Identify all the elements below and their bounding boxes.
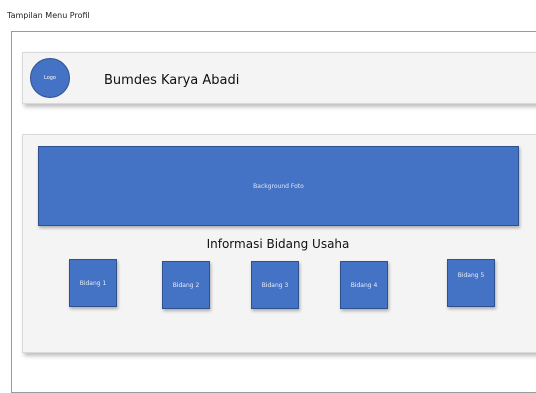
- bidang-usaha-2-label: Bidang 2: [172, 281, 200, 289]
- bidang-usaha-5-label: Bidang 5: [457, 272, 485, 279]
- bidang-usaha-4-tile[interactable]: Bidang 4: [340, 261, 388, 309]
- logo[interactable]: Logo: [30, 58, 70, 98]
- bidang-usaha-3-label: Bidang 3: [261, 281, 289, 289]
- background-photo: Background Foto: [38, 146, 519, 226]
- bidang-usaha-4-label: Bidang 4: [350, 281, 378, 289]
- bidang-usaha-5-tile[interactable]: Bidang 5: [447, 259, 495, 307]
- app-title: Bumdes Karya Abadi: [104, 73, 240, 88]
- bidang-usaha-1-label: Bidang 1: [79, 279, 107, 287]
- section-title: Informasi Bidang Usaha: [206, 237, 350, 251]
- bidang-usaha-2-tile[interactable]: Bidang 2: [162, 261, 210, 309]
- background-photo-label: Background Foto: [253, 182, 304, 190]
- header-bar: [22, 52, 536, 104]
- bidang-usaha-3-tile[interactable]: Bidang 3: [251, 261, 299, 309]
- logo-label: Logo: [44, 75, 56, 81]
- page-caption: Tampilan Menu Profil: [7, 11, 90, 20]
- bidang-usaha-1-tile[interactable]: Bidang 1: [69, 259, 117, 307]
